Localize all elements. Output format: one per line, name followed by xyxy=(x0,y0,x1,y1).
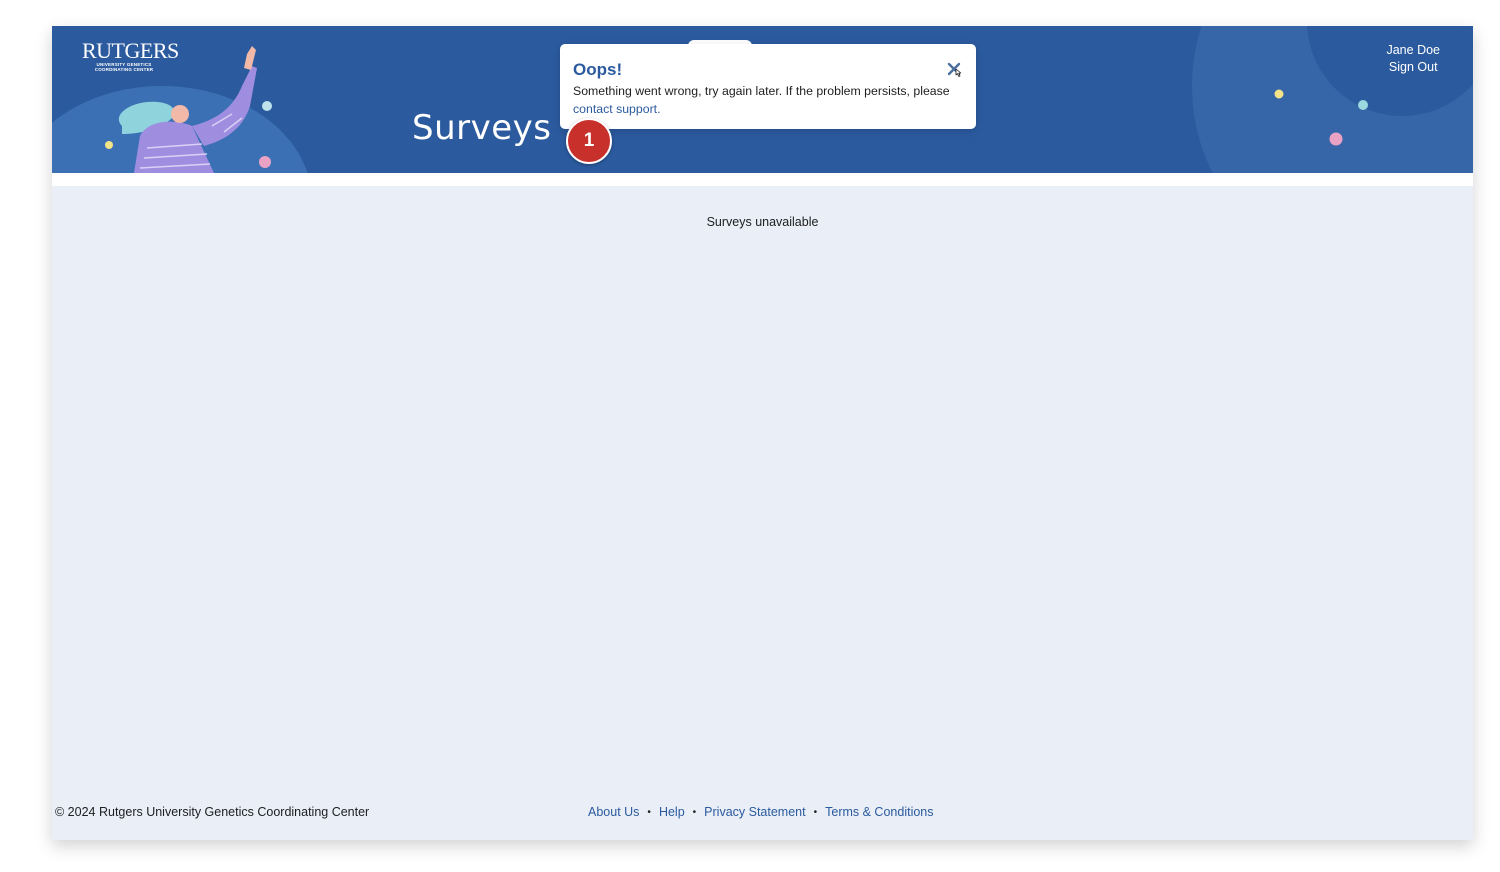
close-icon[interactable] xyxy=(946,61,962,77)
rutgers-logo[interactable]: RUTGERS UNIVERSITY GENETICS COORDINATING… xyxy=(82,38,179,73)
footer-links: About Us • Help • Privacy Statement • Te… xyxy=(588,805,934,819)
header-divider-strip xyxy=(52,173,1473,186)
footer-separator: • xyxy=(813,806,818,818)
footer-link-privacy-statement[interactable]: Privacy Statement xyxy=(704,805,805,819)
sign-out-link[interactable]: Sign Out xyxy=(1386,59,1440,76)
page-title: Surveys xyxy=(412,108,552,148)
footer-link-terms-conditions[interactable]: Terms & Conditions xyxy=(825,805,933,819)
toast-message: Something went wrong, try again later. I… xyxy=(573,82,965,118)
footer-link-about-us[interactable]: About Us xyxy=(588,805,639,819)
toast-message-text: Something went wrong, try again later. I… xyxy=(573,84,950,98)
footer-link-help[interactable]: Help xyxy=(659,805,685,819)
status-message: Surveys unavailable xyxy=(706,215,819,229)
logo-wordmark: RUTGERS xyxy=(82,38,179,63)
user-menu: Jane Doe Sign Out xyxy=(1386,42,1440,76)
footer-separator: • xyxy=(647,806,651,818)
app-window: RUTGERS UNIVERSITY GENETICS COORDINATING… xyxy=(52,26,1473,840)
error-toast: Oops! Something went wrong, try again la… xyxy=(560,44,976,129)
contact-support-link[interactable]: contact support. xyxy=(573,102,661,116)
user-name[interactable]: Jane Doe xyxy=(1386,42,1440,59)
footer-copyright: © 2024 Rutgers University Genetics Coord… xyxy=(55,805,370,819)
logo-subtitle-line2: COORDINATING CENTER xyxy=(94,67,154,72)
footer-separator: • xyxy=(692,806,697,818)
step-badge: 1 xyxy=(566,118,612,164)
toast-title: Oops! xyxy=(573,60,623,79)
